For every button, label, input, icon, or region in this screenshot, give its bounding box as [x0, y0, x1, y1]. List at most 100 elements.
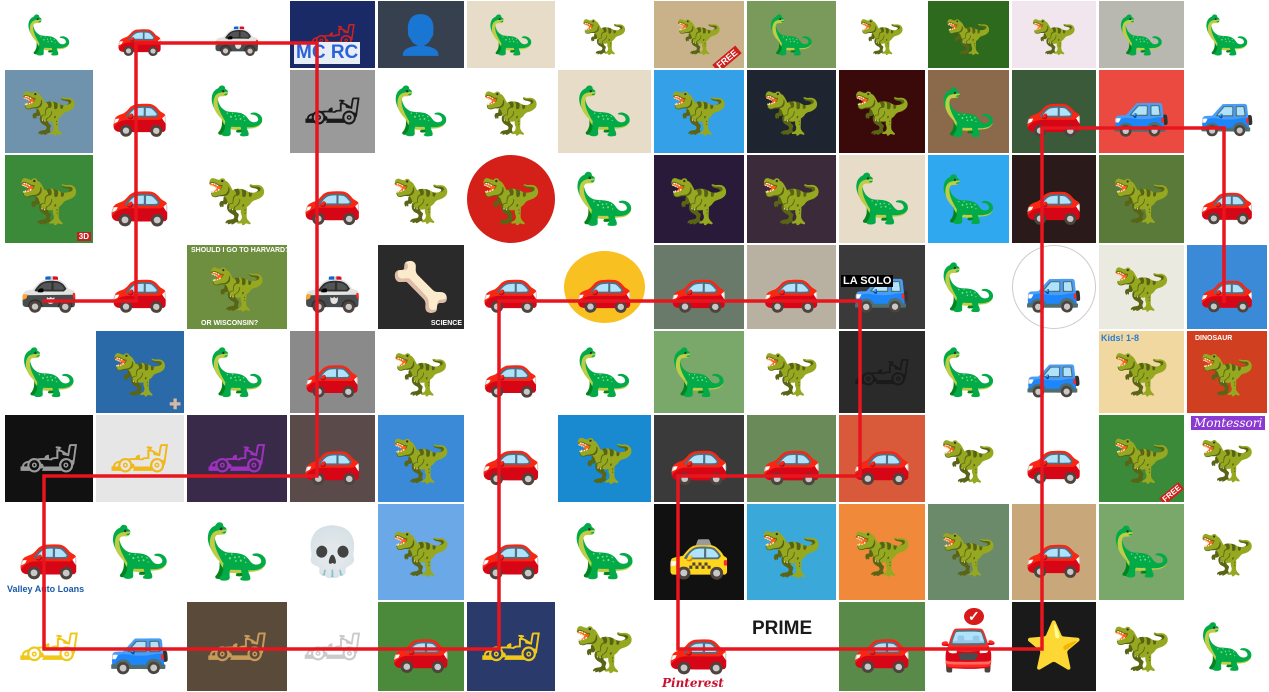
dinosaur-image[interactable]: 🦖 Kids! 1-8	[1099, 331, 1184, 413]
car-image[interactable]: ⭐	[1012, 602, 1096, 691]
dinosaur-image[interactable]: 🦖 FREE	[1099, 415, 1184, 502]
car-image[interactable]: 🏎	[187, 415, 287, 502]
dinosaur-image[interactable]: 🦕	[187, 70, 287, 153]
dinosaur-image[interactable]: 🦖 Montessori	[1187, 415, 1267, 502]
car-image[interactable]: 🚗	[467, 504, 555, 600]
dinosaur-image[interactable]: 🦖 ✚	[96, 331, 184, 413]
dinosaur-image[interactable]: 🦖	[1099, 602, 1184, 691]
car-image[interactable]: 🚗	[1012, 155, 1096, 243]
person-image[interactable]: 👤	[378, 1, 464, 68]
car-image[interactable]: 🚗	[654, 415, 744, 502]
dinosaur-image[interactable]: 🦖	[1099, 245, 1184, 329]
car-image[interactable]: 🚗	[96, 245, 184, 329]
dinosaur-image[interactable]: 🦖	[747, 155, 836, 243]
car-image[interactable]: 🚙	[1012, 331, 1096, 413]
car-image[interactable]: 🏎 MC RC	[290, 1, 375, 68]
dinosaur-image[interactable]: 🦖	[378, 155, 464, 243]
car-image[interactable]: 🏎	[290, 602, 375, 691]
car-image[interactable]: 🚗	[654, 245, 744, 329]
dinosaur-image[interactable]: 🦕	[187, 331, 287, 413]
car-image[interactable]: 🚗	[1012, 70, 1096, 153]
car-image[interactable]: 🏎	[839, 331, 925, 413]
car-image[interactable]: 🚗	[467, 415, 555, 502]
dinosaur-image[interactable]: 🦖 FREE	[654, 1, 744, 68]
car-image[interactable]: 🚗	[1187, 155, 1267, 243]
car-image[interactable]: 🚗	[290, 155, 375, 243]
dinosaur-image[interactable]: 🦕	[187, 504, 287, 600]
dinosaur-image[interactable]: 🦖	[467, 155, 555, 243]
dinosaur-image[interactable]: 🦖	[928, 1, 1009, 68]
car-image[interactable]: 🚗	[378, 602, 464, 691]
car-image[interactable]: 🚗	[747, 415, 836, 502]
dinosaur-image[interactable]: 🦖	[747, 331, 836, 413]
dinosaur-image[interactable]: 🦕	[467, 1, 555, 68]
dinosaur-image[interactable]: 🦕	[1187, 1, 1267, 68]
dinosaur-image[interactable]: 🦕	[378, 70, 464, 153]
car-image[interactable]: 🚗	[290, 415, 375, 502]
car-image[interactable]: 🚗	[558, 245, 651, 329]
dinosaur-image[interactable]: 🦕	[5, 331, 93, 413]
dinosaur-image[interactable]: 🦖	[839, 70, 925, 153]
dinosaur-image[interactable]: 🦕	[839, 155, 925, 243]
dinosaur-image[interactable]: 🦴 SCIENCE	[378, 245, 464, 329]
dinosaur-image[interactable]: 🦕	[558, 70, 651, 153]
advertisement-image[interactable]: 🚗 Valley Auto Loans	[5, 504, 93, 600]
car-image[interactable]: 🚙	[1012, 245, 1096, 329]
car-image[interactable]: 🏎	[5, 415, 93, 502]
car-image[interactable]: 🚗	[747, 245, 836, 329]
car-image[interactable]: 🚙	[1187, 70, 1267, 153]
dinosaur-image[interactable]: 🦕	[558, 504, 651, 600]
dinosaur-image[interactable]: 🦖	[378, 415, 464, 502]
car-image[interactable]: 🚗	[467, 331, 555, 413]
dinosaur-image[interactable]: 🦖	[467, 70, 555, 153]
car-image[interactable]: 🚙	[1099, 70, 1184, 153]
dinosaur-image[interactable]: 🦖	[187, 155, 287, 243]
dinosaur-image[interactable]: 🦖	[558, 602, 651, 691]
dinosaur-image[interactable]: 🦖 SHOULD I GO TO HARVARD? OR WISCONSIN?	[187, 245, 287, 329]
car-image[interactable]: 🏎	[5, 602, 93, 691]
dinosaur-image[interactable]: 🦕	[928, 245, 1009, 329]
dinosaur-image[interactable]: 🦖	[1187, 504, 1267, 600]
car-image[interactable]: 🏎	[96, 415, 184, 502]
car-image[interactable]: 🚙 LA SOLO	[839, 245, 925, 329]
car-image[interactable]: 🚙	[96, 602, 184, 691]
dinosaur-image[interactable]: 🦖	[928, 415, 1009, 502]
car-image[interactable]: 🚕	[654, 504, 744, 600]
dinosaur-image[interactable]: 🦖	[558, 415, 651, 502]
car-image[interactable]: 🚘 ✓	[928, 602, 1009, 691]
car-image[interactable]: 🚗	[96, 1, 184, 68]
car-image[interactable]: 🏎	[290, 70, 375, 153]
dinosaur-image[interactable]: 🦕	[558, 331, 651, 413]
car-image[interactable]: 🚗	[96, 70, 184, 153]
car-image[interactable]: 🚗	[1187, 245, 1267, 329]
car-image[interactable]: 🚗	[1012, 415, 1096, 502]
dinosaur-image[interactable]: 🦕	[1099, 504, 1184, 600]
dinosaur-image[interactable]: 🦖	[747, 70, 836, 153]
dinosaur-image[interactable]: 🦖	[839, 504, 925, 600]
car-image[interactable]: 🚗 Pinterest	[654, 602, 744, 691]
car-image[interactable]: 🚗	[96, 155, 184, 243]
dinosaur-image[interactable]: 🦖	[5, 70, 93, 153]
car-image[interactable]: 🚗	[290, 331, 375, 413]
dinosaur-image[interactable]: 🦕	[558, 155, 651, 243]
dinosaur-image[interactable]: 🦖	[1012, 1, 1096, 68]
dinosaur-image[interactable]: 🦖	[928, 504, 1009, 600]
dinosaur-image[interactable]: 🦕	[928, 331, 1009, 413]
dinosaur-image[interactable]: 🦕	[928, 155, 1009, 243]
car-image[interactable]: 🚗	[1012, 504, 1096, 600]
car-image[interactable]: 🚗	[839, 415, 925, 502]
dinosaur-image[interactable]: 🦖	[654, 155, 744, 243]
advertisement-image[interactable]: PRIME	[747, 602, 836, 691]
dinosaur-image[interactable]: 🦖	[747, 504, 836, 600]
car-image[interactable]: 🚓	[290, 245, 375, 329]
dinosaur-image[interactable]: 🦖	[558, 1, 651, 68]
dinosaur-image[interactable]: 🦕	[1099, 1, 1184, 68]
dinosaur-image[interactable]: 🦖	[654, 70, 744, 153]
dinosaur-image[interactable]: 🦖	[839, 1, 925, 68]
dinosaur-image[interactable]: 🦕	[5, 1, 93, 68]
dinosaur-image[interactable]: 🦕	[1187, 602, 1267, 691]
dinosaur-image[interactable]: 🦕	[654, 331, 744, 413]
car-image[interactable]: 🏎	[467, 602, 555, 691]
dinosaur-image[interactable]: 🦕	[96, 504, 184, 600]
dinosaur-image[interactable]: 💀	[290, 504, 375, 600]
